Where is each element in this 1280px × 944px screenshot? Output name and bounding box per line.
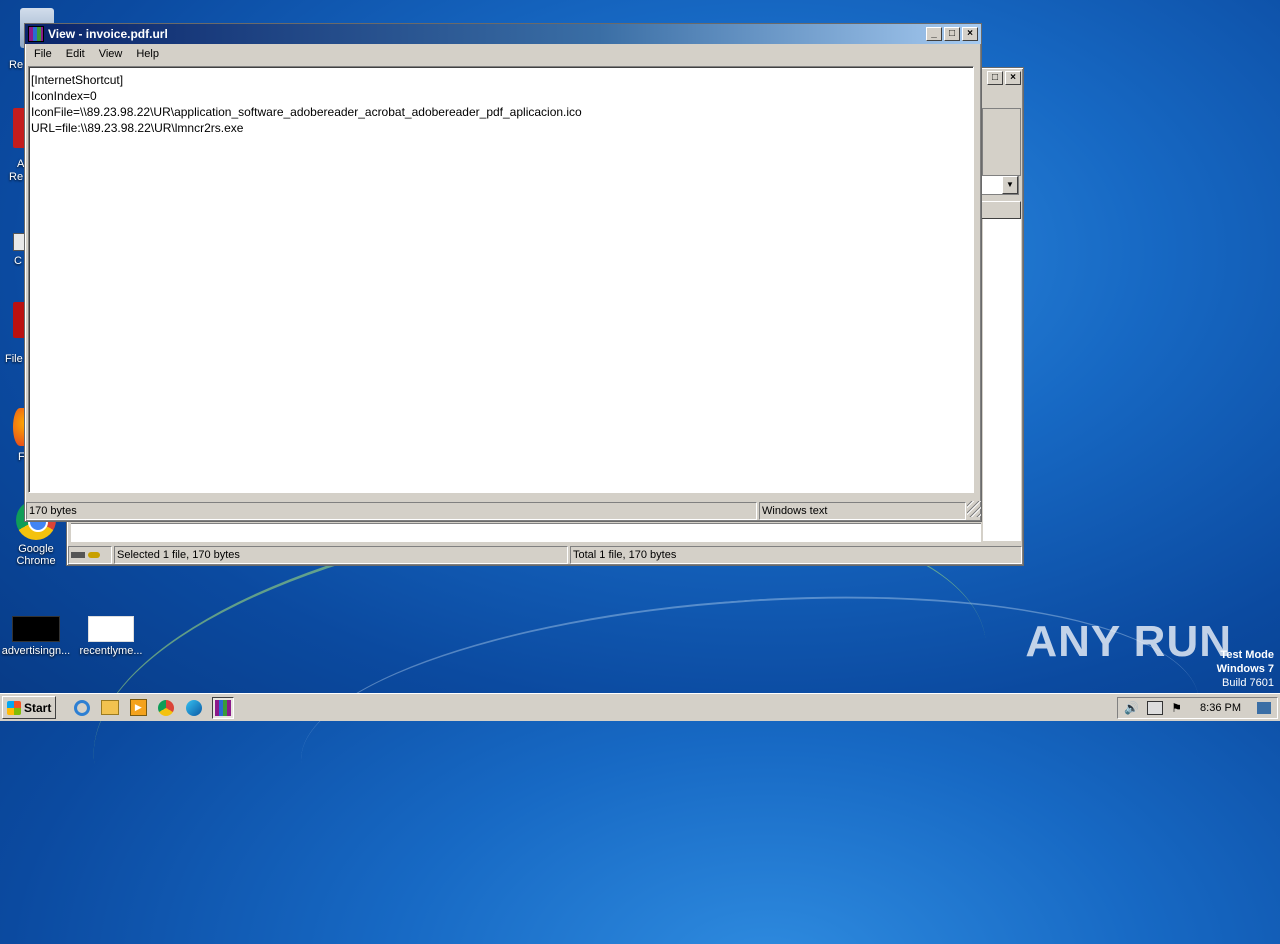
desktop-icon-label: recentlyme... <box>79 645 143 657</box>
winrar-icon <box>28 26 44 42</box>
speaker-icon[interactable]: 🔊 <box>1124 701 1139 715</box>
desktop-icon-file[interactable]: advertisingn... <box>0 616 72 657</box>
content-line: URL=file:\\89.23.98.22\UR\lmncr2rs.exe <box>31 121 244 135</box>
edge-icon-label: Re <box>9 59 24 71</box>
window-title: View - invoice.pdf.url <box>48 27 168 41</box>
viewer-window[interactable]: View - invoice.pdf.url _ □ × File Edit V… <box>24 23 982 522</box>
ie-icon[interactable] <box>72 698 92 718</box>
content-line: IconIndex=0 <box>31 89 97 103</box>
show-desktop-icon[interactable] <box>1257 702 1271 714</box>
file-thumbnail-icon <box>12 616 60 642</box>
status-selected: Selected 1 file, 170 bytes <box>114 546 568 564</box>
menu-bar: File Edit View Help <box>25 44 981 64</box>
edge-icon-label: File <box>5 353 23 365</box>
drive-icon <box>71 552 85 558</box>
close-button[interactable]: × <box>962 27 978 41</box>
content-line: [InternetShortcut] <box>31 73 124 87</box>
viewer-statusbar: 170 bytes Windows text <box>25 501 981 521</box>
content-line: IconFile=\\89.23.98.22\UR\application_so… <box>31 105 582 119</box>
chrome-icon[interactable] <box>156 698 176 718</box>
column-header[interactable] <box>981 201 1021 219</box>
status-encoding: Windows text <box>759 502 966 520</box>
network-icon[interactable] <box>1147 701 1164 715</box>
resize-grip-icon[interactable] <box>967 501 981 517</box>
minimize-button[interactable]: _ <box>926 27 942 41</box>
windows-logo-icon <box>7 700 21 715</box>
chevron-down-icon[interactable]: ▼ <box>1002 176 1018 194</box>
os-watermark: Test Mode Windows 7 Build 7601 <box>1217 648 1274 690</box>
menu-file[interactable]: File <box>27 48 59 60</box>
edge-icon-label: Re <box>9 171 24 183</box>
maximize-button[interactable]: □ <box>944 27 960 41</box>
clock[interactable]: 8:36 PM <box>1200 702 1241 714</box>
file-list[interactable] <box>983 219 1021 541</box>
file-content-text[interactable]: [InternetShortcut] IconIndex=0 IconFile=… <box>28 66 974 493</box>
status-size: 170 bytes <box>26 502 757 520</box>
media-player-icon[interactable]: ▶ <box>128 698 148 718</box>
drive-key-cell[interactable] <box>68 546 112 564</box>
desktop-icon-label: Google Chrome <box>16 543 56 567</box>
flag-icon[interactable]: ⚑ <box>1171 701 1182 715</box>
desktop-icon-label: advertisingn... <box>1 645 71 657</box>
menu-view[interactable]: View <box>92 48 130 60</box>
archive-statusbar: Selected 1 file, 170 bytes Total 1 file,… <box>67 545 1023 565</box>
taskbar: Start ▶ 🔊 ⚑ 8:36 PM <box>0 693 1280 721</box>
system-tray: 🔊 ⚑ 8:36 PM <box>1117 697 1278 719</box>
edge-icon-label: C <box>14 255 22 267</box>
file-list-footer <box>71 523 981 542</box>
start-button[interactable]: Start <box>2 696 57 719</box>
desktop-icon-file[interactable]: recentlyme... <box>75 616 147 657</box>
toolbar-area <box>982 108 1021 176</box>
watermark-line: Test Mode <box>1220 649 1274 661</box>
close-button[interactable]: × <box>1005 71 1021 85</box>
watermark-line: Build 7601 <box>1222 677 1274 689</box>
status-total: Total 1 file, 170 bytes <box>570 546 1022 564</box>
path-dropdown[interactable]: ▼ <box>981 175 1019 195</box>
viewer-titlebar[interactable]: View - invoice.pdf.url _ □ × <box>25 24 981 44</box>
start-label: Start <box>24 700 52 715</box>
winrar-taskbar-icon[interactable] <box>212 696 235 719</box>
explorer-icon[interactable] <box>100 698 120 718</box>
watermark-line: Windows 7 <box>1216 663 1274 675</box>
file-thumbnail-icon <box>88 616 134 642</box>
maximize-button[interactable]: □ <box>987 71 1003 85</box>
menu-edit[interactable]: Edit <box>59 48 92 60</box>
key-icon <box>88 552 100 558</box>
anyrun-logo: ANY RUN <box>1025 617 1232 666</box>
edge-icon[interactable] <box>184 698 204 718</box>
menu-help[interactable]: Help <box>129 48 166 60</box>
